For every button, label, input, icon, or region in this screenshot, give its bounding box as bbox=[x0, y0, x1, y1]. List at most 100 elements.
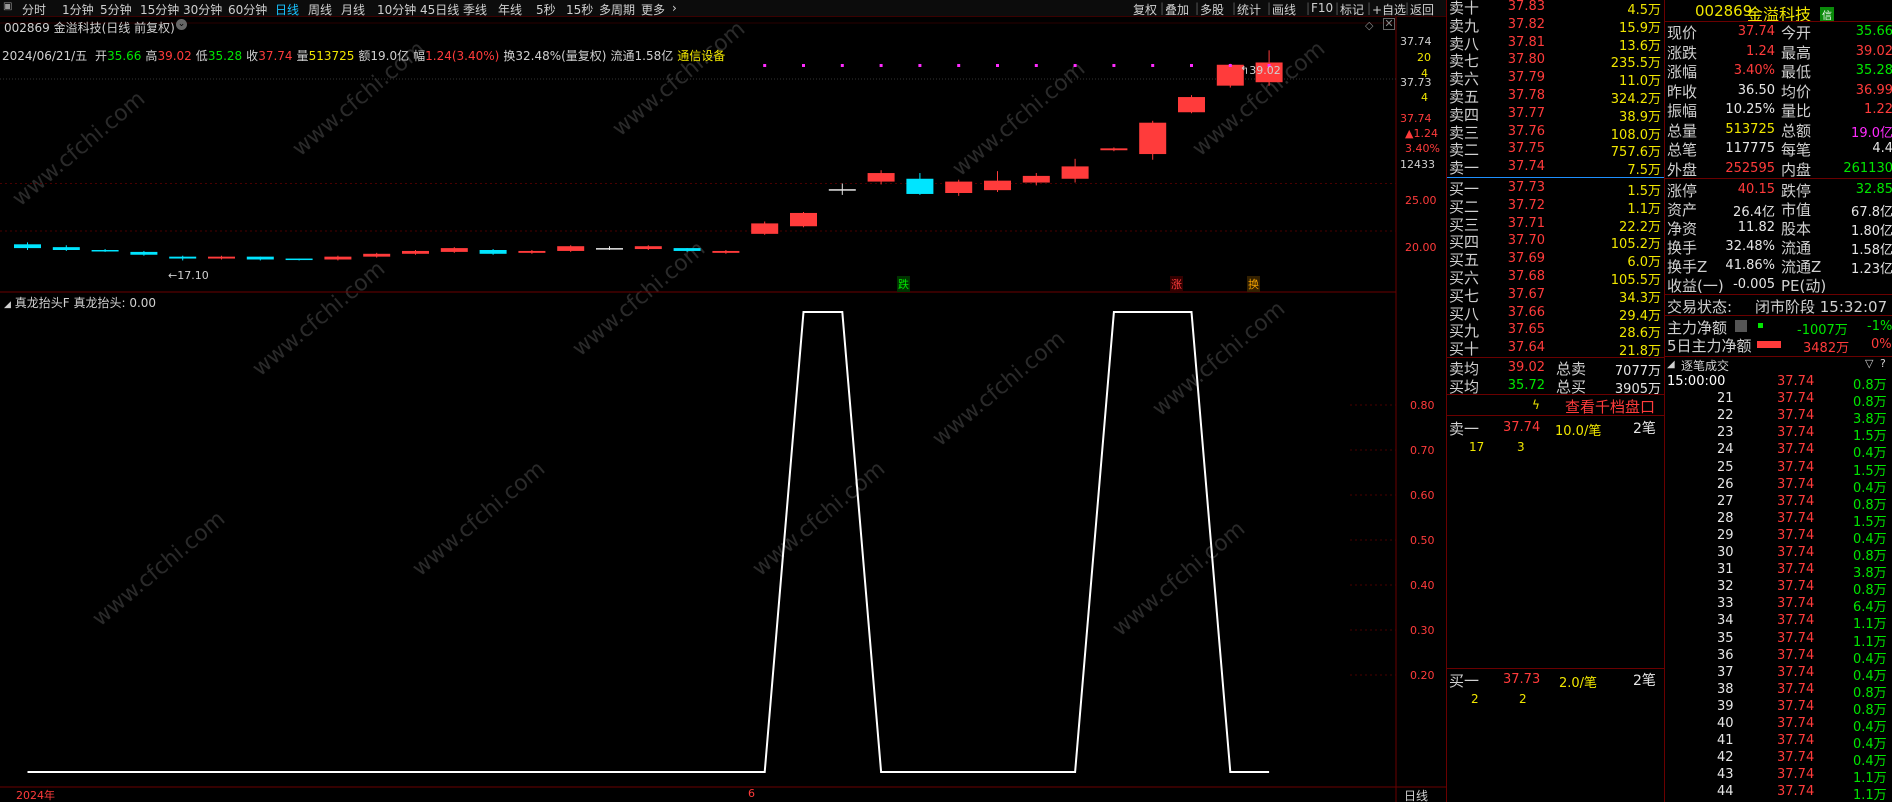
tick-price: 37.74 bbox=[1777, 647, 1815, 663]
toolbar-right-1[interactable]: 叠加 bbox=[1165, 1, 1189, 18]
toolbar-right-5[interactable]: F10 bbox=[1311, 1, 1333, 15]
candle-body[interactable] bbox=[91, 250, 119, 252]
bids-price[interactable]: 37.66 bbox=[1485, 305, 1545, 320]
event-tag-fall[interactable]: 跌 bbox=[897, 276, 910, 292]
candle-body[interactable] bbox=[518, 250, 546, 253]
asks-price[interactable]: 37.75 bbox=[1485, 141, 1545, 156]
asks-price[interactable]: 37.80 bbox=[1485, 52, 1545, 67]
toolbar-right-8[interactable]: 返回 bbox=[1410, 1, 1434, 18]
collapse-icon[interactable]: ◢ bbox=[1667, 359, 1675, 370]
candle-body[interactable] bbox=[1100, 148, 1128, 151]
candle-body[interactable] bbox=[596, 248, 623, 250]
period-tab-9[interactable]: 10分钟 bbox=[377, 1, 416, 18]
candle-body[interactable] bbox=[402, 250, 429, 254]
candle-body[interactable] bbox=[52, 247, 80, 250]
tick-time: 27 bbox=[1717, 493, 1734, 509]
toolbar-right-6[interactable]: 标记 bbox=[1340, 1, 1364, 18]
kline-svg[interactable]: www.cfchi.com www.cfchi.com www.cfchi.com w… bbox=[0, 17, 1446, 802]
period-tab-14[interactable]: 15秒 bbox=[566, 1, 593, 18]
bids-price[interactable]: 37.65 bbox=[1485, 322, 1545, 337]
candle-body[interactable] bbox=[1022, 175, 1050, 183]
candle-body[interactable] bbox=[324, 256, 352, 260]
period-tab-3[interactable]: 15分钟 bbox=[140, 1, 179, 18]
period-tab-8[interactable]: 月线 bbox=[341, 1, 365, 18]
toolbar-right-4[interactable]: 画线 bbox=[1272, 1, 1296, 18]
quote-label: 流通Z bbox=[1781, 258, 1822, 276]
toolbar-right-2[interactable]: 多股 bbox=[1200, 1, 1224, 18]
quote-value: 26.4亿 bbox=[1733, 205, 1775, 220]
period-tab-10[interactable]: 45日线 bbox=[420, 1, 459, 18]
bids-price[interactable]: 37.69 bbox=[1485, 251, 1545, 266]
bids-price[interactable]: 37.71 bbox=[1485, 216, 1545, 231]
period-tab-2[interactable]: 5分钟 bbox=[100, 1, 132, 18]
candle-body[interactable] bbox=[751, 223, 779, 234]
candle-body[interactable] bbox=[945, 181, 973, 193]
candle-body[interactable] bbox=[828, 189, 856, 191]
close-icon[interactable]: ✕ bbox=[1383, 18, 1395, 30]
candle-body[interactable] bbox=[363, 253, 391, 257]
bids-price[interactable]: 37.67 bbox=[1485, 287, 1545, 302]
help-icon[interactable]: ? bbox=[1880, 357, 1886, 370]
asks-price[interactable]: 37.74 bbox=[1485, 159, 1545, 174]
candle-body[interactable] bbox=[169, 256, 197, 259]
candle-body[interactable] bbox=[440, 248, 468, 252]
toolbar-menu-icon[interactable]: ▣ bbox=[3, 1, 12, 12]
period-tab-0[interactable]: 分时 bbox=[22, 1, 46, 18]
toolbar-right-7[interactable]: +自选 bbox=[1372, 1, 1406, 18]
filter-icon[interactable]: ▽ bbox=[1865, 357, 1873, 370]
candle-body[interactable] bbox=[790, 212, 817, 227]
event-tag-turnover[interactable]: 换 bbox=[1247, 276, 1260, 292]
asks-price[interactable]: 37.78 bbox=[1485, 88, 1545, 103]
period-label[interactable]: 日线 bbox=[1404, 787, 1428, 802]
period-tab-13[interactable]: 5秒 bbox=[536, 1, 556, 18]
bids-price[interactable]: 37.70 bbox=[1485, 233, 1545, 248]
period-tab-15[interactable]: 多周期 bbox=[599, 1, 635, 18]
info-item: 通信设备 bbox=[677, 49, 726, 63]
bids-price[interactable]: 37.73 bbox=[1485, 180, 1545, 195]
period-tab-1[interactable]: 1分钟 bbox=[62, 1, 94, 18]
period-tab-4[interactable]: 30分钟 bbox=[183, 1, 222, 18]
candle-body[interactable] bbox=[246, 256, 274, 260]
chevron-down-icon[interactable]: ⌄ bbox=[176, 19, 187, 30]
candle-body[interactable] bbox=[479, 250, 507, 254]
quote-label: 总笔 bbox=[1667, 141, 1698, 159]
signal-dot bbox=[1151, 64, 1155, 67]
period-tab-7[interactable]: 周线 bbox=[308, 1, 332, 18]
bids-price[interactable]: 37.64 bbox=[1485, 340, 1545, 355]
period-tab-6[interactable]: 日线 bbox=[275, 1, 299, 18]
candle-body[interactable] bbox=[673, 248, 701, 251]
period-tab-12[interactable]: 年线 bbox=[498, 1, 522, 18]
candle-body[interactable] bbox=[1178, 97, 1205, 113]
bids-price[interactable]: 37.72 bbox=[1485, 198, 1545, 213]
asks-price[interactable]: 37.79 bbox=[1485, 70, 1545, 85]
asks-price[interactable]: 37.77 bbox=[1485, 106, 1545, 121]
asks-price[interactable]: 37.82 bbox=[1485, 17, 1545, 32]
thousand-depth-link[interactable]: 查看千档盘口 bbox=[1565, 396, 1655, 417]
candle-body[interactable] bbox=[130, 251, 158, 255]
more-arrow-icon[interactable]: › bbox=[672, 1, 677, 15]
asks-price[interactable]: 37.81 bbox=[1485, 35, 1545, 50]
tick-time: 34 bbox=[1717, 613, 1734, 629]
candle-body[interactable] bbox=[984, 180, 1011, 191]
candle-body[interactable] bbox=[1139, 122, 1167, 155]
candle-body[interactable] bbox=[712, 250, 740, 253]
candle-body[interactable] bbox=[634, 246, 662, 250]
event-tag-rise[interactable]: 涨 bbox=[1170, 276, 1183, 292]
period-tab-16[interactable]: 更多 bbox=[641, 1, 665, 18]
period-tab-11[interactable]: 季线 bbox=[463, 1, 487, 18]
toolbar-right-0[interactable]: 复权 bbox=[1133, 1, 1157, 18]
candle-body[interactable] bbox=[557, 246, 585, 251]
bids-price[interactable]: 37.68 bbox=[1485, 269, 1545, 284]
period-tab-5[interactable]: 60分钟 bbox=[228, 1, 267, 18]
candle-body[interactable] bbox=[285, 258, 313, 261]
asks-price[interactable]: 37.76 bbox=[1485, 124, 1545, 139]
candle-body[interactable] bbox=[14, 244, 41, 249]
candle-body[interactable] bbox=[867, 173, 895, 182]
diamond-icon[interactable]: ◇ bbox=[1365, 19, 1373, 32]
kline-chart-area[interactable]: www.cfchi.com www.cfchi.com www.cfchi.com w… bbox=[0, 17, 1446, 802]
toolbar-right-3[interactable]: 统计 bbox=[1237, 1, 1261, 18]
candle-body[interactable] bbox=[906, 178, 934, 194]
candle-body[interactable] bbox=[208, 256, 235, 259]
candle-body[interactable] bbox=[1061, 166, 1089, 179]
asks-price[interactable]: 37.83 bbox=[1485, 0, 1545, 14]
